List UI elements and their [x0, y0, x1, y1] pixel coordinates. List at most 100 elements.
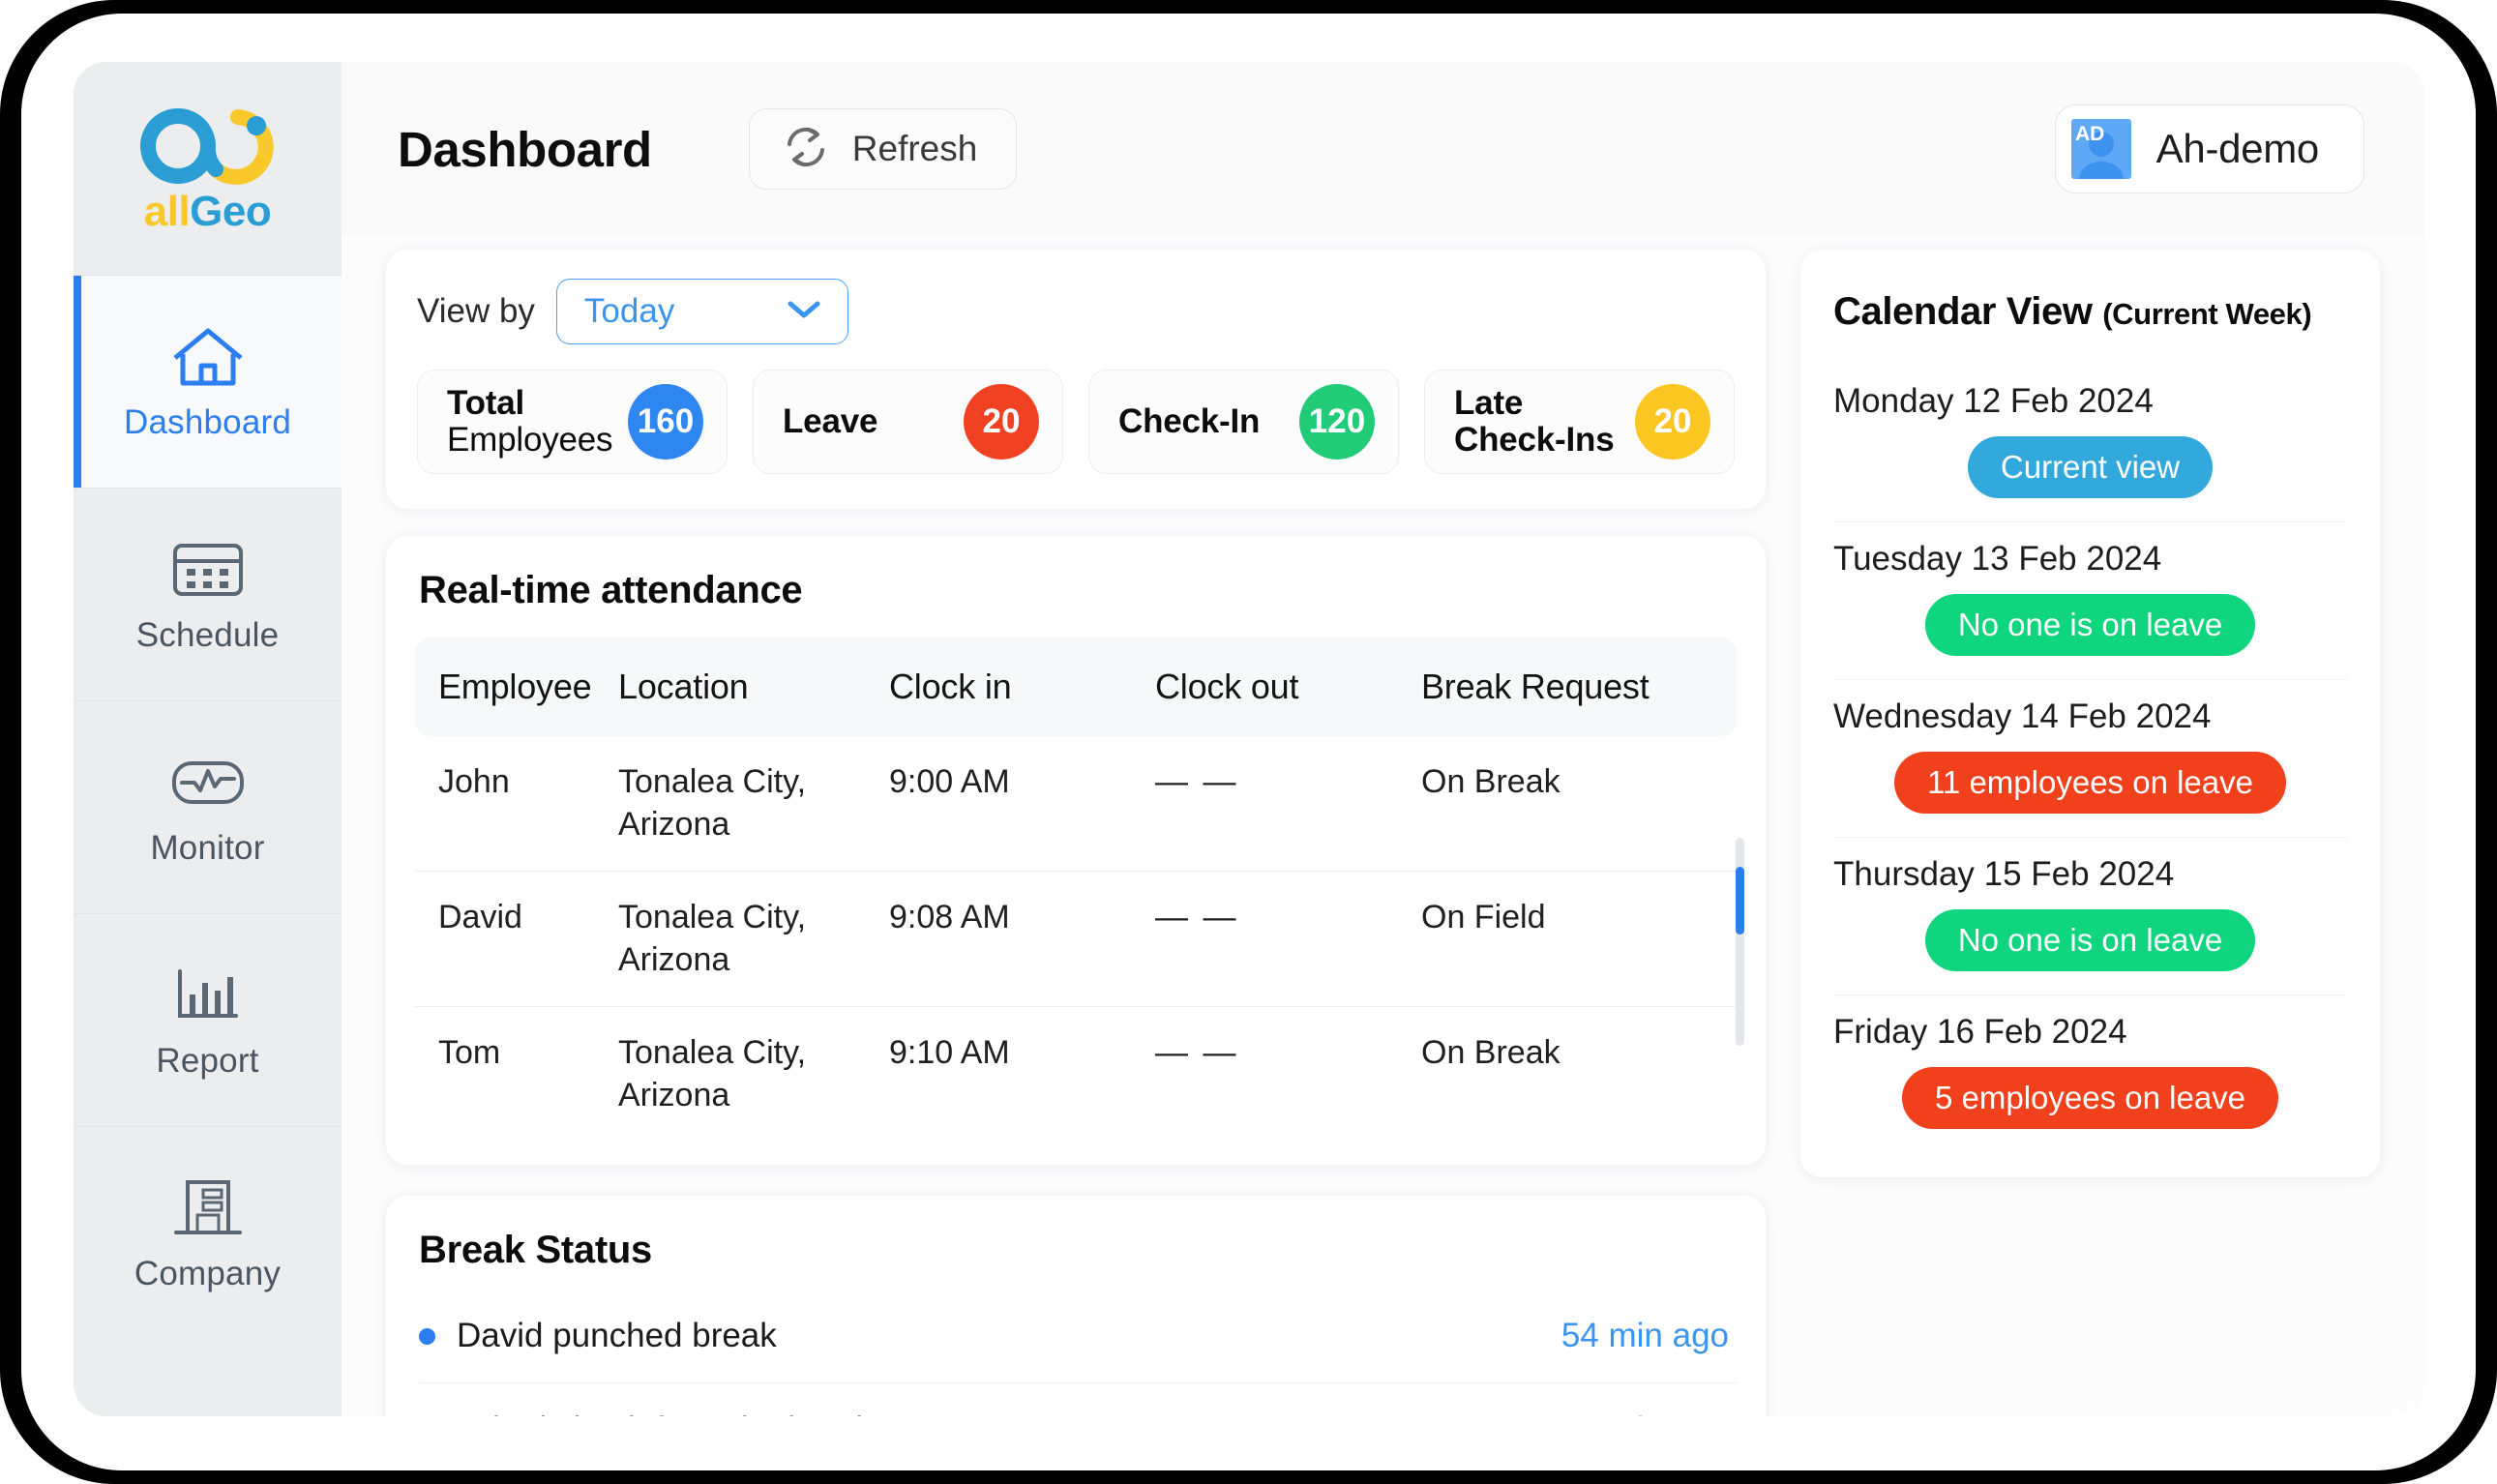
view-by-value: Today [583, 292, 675, 330]
sidebar-item-monitor[interactable]: Monitor [74, 700, 342, 913]
top-bar: Dashboard Refresh AD Ah-demo [342, 62, 2424, 236]
cell-break-request: On Break [1421, 736, 1738, 873]
table-row[interactable]: Tom Tonalea City, Arizona 9:10 AM — — On… [415, 1007, 1737, 1143]
refresh-button[interactable]: Refresh [748, 108, 1018, 190]
attendance-title: Real-time attendance [419, 569, 803, 611]
column-header-location: Location [618, 667, 749, 706]
cell-clock-in: 9:10 AM [889, 1034, 1010, 1072]
home-icon [166, 322, 250, 392]
logo-text-geo: Geo [190, 188, 272, 235]
stat-card-late-check-ins[interactable]: Late Check-Ins 20 [1424, 370, 1735, 474]
stat-badge: 20 [964, 384, 1039, 460]
calendar-date: Friday 16 Feb 2024 [1833, 1013, 2127, 1051]
cell-clock-out: — — [1155, 736, 1421, 873]
cell-employee: John [415, 736, 618, 873]
real-time-attendance-card: Real-time attendance Employee Location C… [386, 536, 1767, 1166]
device-screen: allGeo Dashboard Schedule Monitor Report… [21, 14, 2476, 1470]
cell-clock-out: — — [1155, 871, 1421, 1008]
stat-label: Late Check-Ins [1454, 385, 1635, 459]
stats-row: Total Employees 160 Leave 20 Check-In 12… [417, 370, 1735, 474]
activity-monitor-icon [166, 748, 250, 817]
view-by-select[interactable]: Today [555, 279, 848, 344]
calendar-date: Tuesday 13 Feb 2024 [1833, 540, 2162, 578]
column-header-clock-in: Clock in [889, 667, 1012, 706]
sidebar-item-schedule[interactable]: Schedule [74, 488, 342, 700]
stat-badge: 160 [628, 384, 703, 460]
chevron-down-icon [786, 298, 822, 326]
attendance-scrollbar-thumb[interactable] [1736, 867, 1745, 935]
cell-break-request: On Field [1421, 871, 1738, 1008]
user-name: Ah-demo [2155, 126, 2320, 171]
sidebar-item-label: Monitor [150, 828, 265, 867]
table-header-row: Employee Location Clock in Clock out Bre… [415, 638, 1738, 736]
calendar-date: Monday 12 Feb 2024 [1833, 382, 2154, 420]
status-badge[interactable]: No one is on leave [1924, 594, 2256, 656]
cell-break-request: On Break [1421, 1034, 1561, 1072]
list-item[interactable]: David punched break 54 min ago [419, 1290, 1738, 1384]
calendar-title-sub: (Current Week) [2102, 297, 2312, 331]
calendar-day-row: Wednesday 14 Feb 2024 11 employees on le… [1833, 680, 2347, 838]
column-header-clock-out: Clock out [1155, 667, 1299, 706]
calendar-day-row: Friday 16 Feb 2024 5 employees on leave [1833, 995, 2347, 1133]
stat-card-leave[interactable]: Leave 20 [753, 370, 1063, 474]
stat-label-line1: Late Check-Ins [1454, 384, 1615, 459]
sidebar-item-label: Company [134, 1254, 282, 1292]
app-window: allGeo Dashboard Schedule Monitor Report… [74, 62, 2424, 1416]
calendar-date: Wednesday 14 Feb 2024 [1833, 697, 2212, 735]
table-row[interactable]: John Tonalea City, Arizona 9:00 AM — — O… [415, 736, 1738, 873]
bar-chart-icon [166, 961, 250, 1030]
building-icon [166, 1173, 250, 1243]
main-content: Dashboard Refresh AD Ah-demo View by Tod… [342, 62, 2424, 1416]
status-badge[interactable]: 5 employees on leave [1901, 1067, 2279, 1129]
cell-clock-in: 9:08 AM [889, 871, 1155, 1008]
cell-clock-out: — — [1155, 1034, 1239, 1072]
list-item[interactable]: John is back from the break 0 min ago [419, 1383, 1737, 1416]
break-item-text: David punched break [457, 1317, 777, 1355]
logo-wordmark: allGeo [123, 191, 292, 233]
attendance-table-head: Employee Location Clock in Clock out Bre… [415, 638, 1738, 736]
cell-employee: Tom [438, 1034, 501, 1072]
right-column: Calendar View (Current Week) Monday 12 F… [1800, 250, 2380, 1416]
status-badge[interactable]: Current view [1967, 436, 2214, 498]
sidebar-item-label: Schedule [135, 615, 280, 654]
avatar: AD [2070, 119, 2131, 179]
stat-label-line1: Total [447, 384, 525, 423]
break-item-text: John is back from the break [457, 1410, 873, 1416]
stat-label: Check-In [1118, 403, 1260, 440]
calendar-title: Calendar View (Current Week) [1833, 290, 2347, 334]
cell-location: Tonalea City, Arizona [618, 871, 889, 1008]
status-badge[interactable]: 11 employees on leave [1894, 752, 2286, 814]
break-item-time: 54 min ago [1561, 1317, 1730, 1355]
attendance-table: Employee Location Clock in Clock out Bre… [415, 638, 1738, 1143]
cell-location: Tonalea City, Arizona [618, 1034, 807, 1113]
calendar-day-row: Monday 12 Feb 2024 Current view [1833, 365, 2347, 522]
app-logo[interactable]: allGeo [74, 62, 342, 275]
stat-label: Leave [783, 403, 877, 440]
stat-label-line1: Leave [783, 402, 878, 441]
cell-clock-in: 9:00 AM [889, 736, 1155, 873]
stat-label: Total Employees [447, 384, 613, 459]
status-badge[interactable]: No one is on leave [1924, 909, 2256, 971]
stat-card-total-employees[interactable]: Total Employees 160 [417, 370, 728, 474]
sidebar: allGeo Dashboard Schedule Monitor Report… [74, 62, 342, 1416]
sidebar-item-label: Dashboard [123, 402, 292, 441]
svg-text:AD: AD [2075, 123, 2104, 145]
refresh-icon [781, 122, 831, 177]
column-header-employee: Employee [438, 667, 592, 706]
break-status-title: Break Status [419, 1229, 652, 1272]
view-by-label: View by [417, 292, 535, 330]
sidebar-item-company[interactable]: Company [74, 1126, 342, 1339]
table-row[interactable]: David Tonalea City, Arizona 9:08 AM — — … [415, 871, 1738, 1008]
page-title: Dashboard [398, 121, 652, 177]
status-dot-icon [419, 1327, 435, 1345]
stat-card-check-in[interactable]: Check-In 120 [1088, 370, 1399, 474]
dashboard-content: View by Today Total Employees 160 Leave … [342, 236, 2424, 1416]
sidebar-item-dashboard[interactable]: Dashboard [74, 275, 342, 488]
attendance-scrollbar[interactable] [1736, 838, 1745, 1046]
left-column: View by Today Total Employees 160 Leave … [386, 250, 1767, 1416]
user-profile-chip[interactable]: AD Ah-demo [2054, 104, 2364, 193]
stat-label-line2: Employees [447, 421, 613, 459]
view-by-row: View by Today [417, 279, 1735, 344]
sidebar-item-report[interactable]: Report [74, 913, 342, 1126]
calendar-day-row: Tuesday 13 Feb 2024 No one is on leave [1833, 522, 2347, 680]
